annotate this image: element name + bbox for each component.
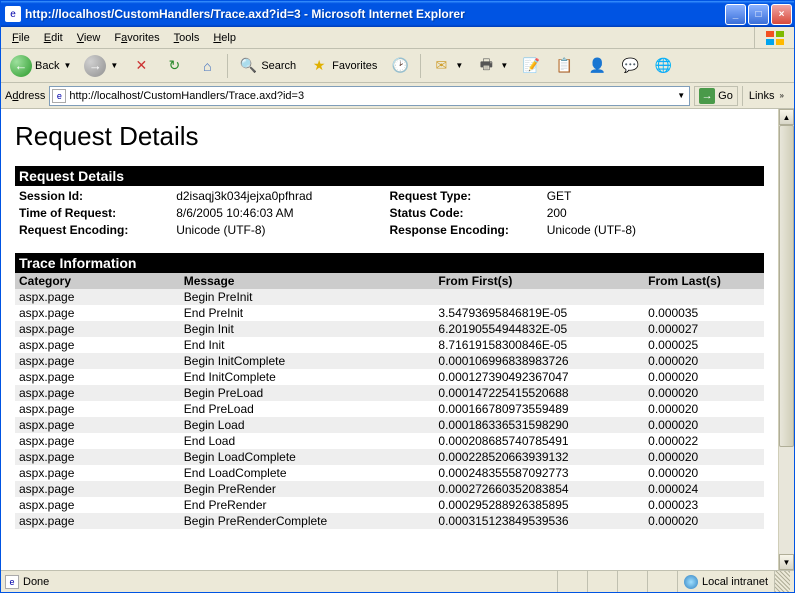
titlebar: e http://localhost/CustomHandlers/Trace.… [1, 1, 794, 27]
resize-grip[interactable] [774, 571, 790, 592]
home-button[interactable]: ⌂ [192, 53, 222, 79]
address-dropdown[interactable]: ▼ [675, 91, 687, 100]
scroll-up-button[interactable]: ▲ [779, 109, 794, 125]
table-row: aspx.pageBegin LoadComplete0.00022852066… [15, 449, 764, 465]
statusbar: e Done Local intranet [1, 570, 794, 592]
messenger-button[interactable]: 👤 [582, 53, 612, 79]
table-row: aspx.pageBegin PreRenderComplete0.000315… [15, 513, 764, 529]
address-url: http://localhost/CustomHandlers/Trace.ax… [69, 90, 675, 102]
table-row: aspx.pageEnd PreInit3.54793695846819E-05… [15, 305, 764, 321]
page-icon: e [52, 89, 66, 103]
status-code-value: 200 [547, 205, 760, 222]
scroll-track[interactable] [779, 125, 794, 554]
table-row: aspx.pageBegin PreLoad0.0001472254155206… [15, 385, 764, 401]
scroll-thumb[interactable] [779, 125, 794, 447]
chevron-down-icon[interactable]: ▼ [110, 61, 118, 70]
page-status-icon: e [5, 575, 19, 589]
print-button[interactable]: 🖶▼ [471, 53, 513, 79]
col-message: Message [180, 273, 435, 289]
back-button[interactable]: ←Back▼ [5, 53, 76, 79]
forward-button[interactable]: →▼ [79, 53, 123, 79]
status-text: Done [23, 576, 49, 588]
toolbar: ←Back▼ →▼ ✕ ↻ ⌂ 🔍Search ★Favorites 🕑 ✉▼ … [1, 49, 794, 83]
extra-button[interactable]: 🌐 [648, 53, 678, 79]
refresh-button[interactable]: ↻ [159, 53, 189, 79]
stop-button[interactable]: ✕ [126, 53, 156, 79]
request-type-value: GET [547, 188, 760, 205]
page-content: Request Details Request Details Session … [1, 109, 778, 570]
scroll-down-button[interactable]: ▼ [779, 554, 794, 570]
request-details-header: Request Details [15, 166, 764, 186]
address-input[interactable]: e http://localhost/CustomHandlers/Trace.… [49, 86, 690, 106]
response-encoding-label: Response Encoding: [390, 222, 547, 239]
window-title: http://localhost/CustomHandlers/Trace.ax… [25, 7, 725, 21]
col-from-first: From First(s) [434, 273, 644, 289]
table-row: aspx.pageEnd Init8.71619158300846E-050.0… [15, 337, 764, 353]
edit-button[interactable]: 📝 [516, 53, 546, 79]
address-label: Address [5, 90, 45, 102]
trace-table: Category Message From First(s) From Last… [15, 273, 764, 529]
menu-view[interactable]: View [70, 30, 108, 46]
time-of-request-value: 8/6/2005 10:46:03 AM [176, 205, 389, 222]
table-row: aspx.pageEnd Load0.0002086857407854910.0… [15, 433, 764, 449]
table-row: aspx.pageBegin Init6.20190554944832E-050… [15, 321, 764, 337]
zone-icon [684, 575, 698, 589]
discuss-button[interactable]: 📋 [549, 53, 579, 79]
status-code-label: Status Code: [390, 205, 547, 222]
table-row: aspx.pageEnd LoadComplete0.0002483555870… [15, 465, 764, 481]
col-category: Category [15, 273, 180, 289]
page-title: Request Details [15, 121, 764, 152]
favorites-button[interactable]: ★Favorites [304, 53, 382, 79]
table-row: aspx.pageEnd InitComplete0.0001273904923… [15, 369, 764, 385]
time-of-request-label: Time of Request: [19, 205, 176, 222]
minimize-button[interactable]: _ [725, 4, 746, 25]
mail-button[interactable]: ✉▼ [426, 53, 468, 79]
menubar: File Edit View Favorites Tools Help [1, 27, 794, 49]
session-id-label: Session Id: [19, 188, 176, 205]
col-from-last: From Last(s) [644, 273, 764, 289]
trace-information-header: Trace Information [15, 253, 764, 273]
menu-help[interactable]: Help [206, 30, 243, 46]
menu-tools[interactable]: Tools [167, 30, 207, 46]
vertical-scrollbar[interactable]: ▲ ▼ [778, 109, 794, 570]
table-row: aspx.pageEnd PreLoad0.000166780973559489… [15, 401, 764, 417]
go-arrow-icon: → [699, 88, 715, 104]
menu-favorites[interactable]: Favorites [107, 30, 166, 46]
research-button[interactable]: 💬 [615, 53, 645, 79]
security-zone: Local intranet [677, 571, 774, 592]
chevron-down-icon[interactable]: ▼ [63, 61, 71, 70]
history-button[interactable]: 🕑 [385, 53, 415, 79]
response-encoding-value: Unicode (UTF-8) [547, 222, 760, 239]
maximize-button[interactable]: □ [748, 4, 769, 25]
ie-logo [754, 27, 794, 48]
request-type-label: Request Type: [390, 188, 547, 205]
search-button[interactable]: 🔍Search [233, 53, 301, 79]
request-encoding-value: Unicode (UTF-8) [176, 222, 389, 239]
menu-file[interactable]: File [5, 30, 37, 46]
go-button[interactable]: → Go [694, 86, 738, 106]
ie-favicon: e [5, 6, 21, 22]
close-button[interactable]: × [771, 4, 792, 25]
table-row: aspx.pageEnd PreRender0.0002952889263858… [15, 497, 764, 513]
table-row: aspx.pageBegin PreInit [15, 289, 764, 305]
table-row: aspx.pageBegin InitComplete0.00010699683… [15, 353, 764, 369]
links-toolbar[interactable]: Links» [742, 86, 790, 106]
request-details-grid: Session Id: d2isaqj3k034jejxa0pfhrad Req… [15, 186, 764, 253]
table-row: aspx.pageBegin PreRender0.00027266035208… [15, 481, 764, 497]
menu-edit[interactable]: Edit [37, 30, 70, 46]
table-row: aspx.pageBegin Load0.0001863365315982900… [15, 417, 764, 433]
session-id-value: d2isaqj3k034jejxa0pfhrad [176, 188, 389, 205]
request-encoding-label: Request Encoding: [19, 222, 176, 239]
address-bar: Address e http://localhost/CustomHandler… [1, 83, 794, 109]
